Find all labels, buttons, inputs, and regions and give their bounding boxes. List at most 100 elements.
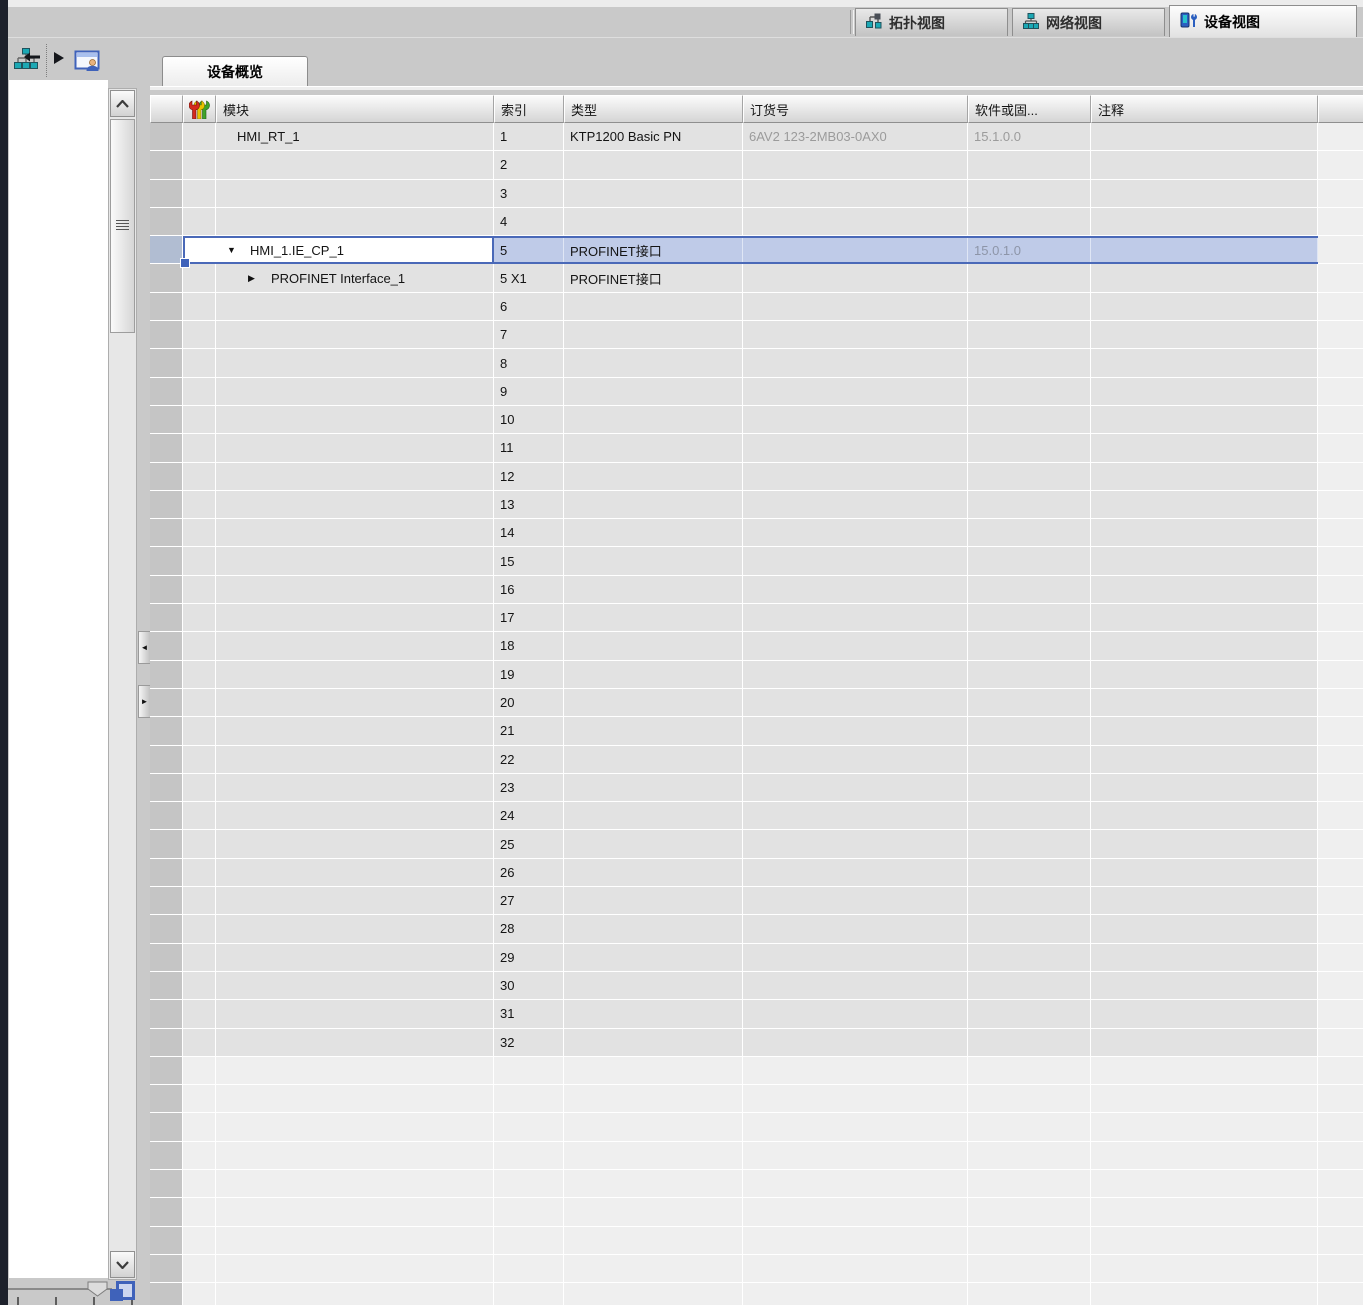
cell-type[interactable] [564,1113,743,1141]
cell-order[interactable] [743,238,968,262]
cell-type[interactable] [564,519,743,547]
cell-firmware[interactable] [968,746,1091,774]
cell-type[interactable] [564,1057,743,1085]
cell-type[interactable] [564,774,743,802]
cell-firmware[interactable] [968,264,1091,292]
cell-type[interactable] [564,180,743,208]
column-header-comment[interactable]: 注释 [1091,95,1318,123]
row-header-cell[interactable] [150,434,183,462]
cell-index[interactable]: 25 [494,830,564,858]
cell-index[interactable]: 23 [494,774,564,802]
cell-type[interactable] [564,1255,743,1283]
cell-type[interactable] [564,1142,743,1170]
device-row[interactable] [150,1142,1363,1170]
cell-index[interactable]: 1 [494,123,564,151]
cell-comment[interactable] [1091,123,1318,151]
cell-type[interactable] [564,491,743,519]
cell-comment[interactable] [1091,689,1318,717]
cell-order[interactable] [743,519,968,547]
cell-type[interactable]: PROFINET接口 [564,264,743,292]
device-canvas[interactable] [9,80,108,1278]
cell-firmware[interactable] [968,1283,1091,1305]
device-row[interactable] [150,1227,1363,1255]
cell-order[interactable] [743,1283,968,1305]
cell-firmware[interactable] [968,1170,1091,1198]
cell-comment[interactable] [1091,972,1318,1000]
cell-firmware[interactable] [968,406,1091,434]
cell-module[interactable] [216,1255,494,1283]
cell-firmware[interactable] [968,293,1091,321]
cell-firmware[interactable] [968,830,1091,858]
cell-index[interactable]: 29 [494,944,564,972]
cell-order[interactable] [743,434,968,462]
scrollbar-thumb[interactable] [110,119,135,333]
cell-index[interactable] [494,1255,564,1283]
cell-order[interactable] [743,1170,968,1198]
cell-type[interactable] [564,1029,743,1057]
cell-comment[interactable] [1091,1029,1318,1057]
cell-index[interactable]: 17 [494,604,564,632]
device-row[interactable]: 14 [150,519,1363,547]
cell-module[interactable]: HMI_RT_1 [216,123,494,151]
cell-module[interactable] [216,632,494,660]
cell-firmware[interactable] [968,434,1091,462]
device-row[interactable]: 20 [150,689,1363,717]
cell-type[interactable] [564,972,743,1000]
row-header-cell[interactable] [150,1198,183,1226]
cell-comment[interactable] [1091,1283,1318,1305]
cell-comment[interactable] [1091,264,1318,292]
device-row[interactable]: 10 [150,406,1363,434]
row-header-cell[interactable] [150,915,183,943]
cell-module[interactable] [216,1170,494,1198]
device-row[interactable]: 28 [150,915,1363,943]
device-row[interactable] [150,1198,1363,1226]
cell-module[interactable] [216,1283,494,1305]
cell-firmware[interactable]: 15.0.1.0 [968,238,1091,262]
cell-index[interactable]: 5 X1 [494,264,564,292]
cell-comment[interactable] [1091,321,1318,349]
cell-type[interactable] [564,689,743,717]
cell-module[interactable] [216,1113,494,1141]
tab-topology-view[interactable]: 拓扑视图 [855,8,1008,36]
cell-index[interactable]: 20 [494,689,564,717]
row-header-cell[interactable] [150,717,183,745]
cell-order[interactable] [743,208,968,236]
cell-type[interactable] [564,944,743,972]
tab-device-view[interactable]: 设备视图 [1169,5,1357,37]
row-header-cell[interactable] [150,491,183,519]
device-row[interactable]: 25 [150,830,1363,858]
device-row[interactable] [150,1113,1363,1141]
cell-firmware[interactable] [968,632,1091,660]
cell-firmware[interactable] [968,1113,1091,1141]
tab-device-overview[interactable]: 设备概览 [162,56,308,87]
cell-index[interactable]: 24 [494,802,564,830]
cell-order[interactable] [743,378,968,406]
cell-type[interactable]: PROFINET接口 [564,238,743,262]
cell-type[interactable] [564,1198,743,1226]
cell-comment[interactable] [1091,944,1318,972]
cell-type[interactable] [564,1000,743,1028]
cell-comment[interactable] [1091,406,1318,434]
cell-comment[interactable] [1091,238,1318,262]
device-row[interactable]: 17 [150,604,1363,632]
cell-firmware[interactable] [968,661,1091,689]
cell-comment[interactable] [1091,1057,1318,1085]
cell-type[interactable] [564,887,743,915]
cell-type[interactable] [564,802,743,830]
cell-comment[interactable] [1091,378,1318,406]
cell-comment[interactable] [1091,349,1318,377]
row-header-cell[interactable] [150,547,183,575]
device-row[interactable]: 12 [150,463,1363,491]
cell-module[interactable] [216,887,494,915]
cell-type[interactable] [564,349,743,377]
device-row[interactable]: 11 [150,434,1363,462]
cell-index[interactable]: 3 [494,180,564,208]
cell-firmware[interactable] [968,1198,1091,1226]
cell-order[interactable] [743,349,968,377]
row-header-cell[interactable] [150,236,183,264]
cell-type[interactable] [564,717,743,745]
device-row[interactable]: 7 [150,321,1363,349]
overview-navigator-icon[interactable] [109,1281,137,1305]
cell-comment[interactable] [1091,661,1318,689]
cell-order[interactable] [743,1029,968,1057]
